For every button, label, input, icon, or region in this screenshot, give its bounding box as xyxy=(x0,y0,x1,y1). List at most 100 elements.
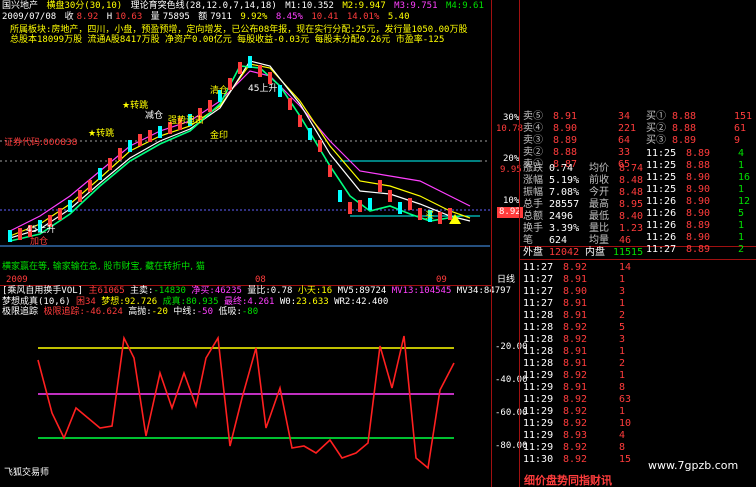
signal-label-4: 45上升 xyxy=(248,83,277,94)
tick-row: 11:26 8.89 1 xyxy=(646,220,754,232)
header-row-2: 2009/07/08 收 8.92 H 10.63 量 75895 额 7911 9.9… xyxy=(2,12,413,23)
ind2-name[interactable]: 梦想成真(10,6) xyxy=(2,297,71,307)
divider-vertical xyxy=(491,0,492,487)
tick-row: 11:30 8.92 15 xyxy=(523,454,643,466)
sell-level[interactable]: 卖③ 8.89 64 xyxy=(523,135,643,147)
scale-10pct: 10% xyxy=(503,196,520,206)
candle xyxy=(248,56,252,68)
ind2-k1: 困 xyxy=(75,297,85,307)
sell-level[interactable]: 卖② 8.88 33 xyxy=(523,147,643,159)
stat-value-2: 8.95 xyxy=(619,199,644,210)
tick-price: 8.92 xyxy=(563,454,588,465)
candle xyxy=(58,208,62,220)
tick-price: 8.89 xyxy=(686,148,711,159)
tick-price: 8.91 xyxy=(563,346,588,357)
ind3-v1: -46.624 xyxy=(84,307,123,317)
disk-in-value: 11515 xyxy=(613,247,644,258)
buy-vol: 9 xyxy=(734,135,741,146)
stock-name[interactable]: 国兴地产 xyxy=(2,1,38,12)
ind1-v2: -14830 xyxy=(153,286,186,296)
brand-label[interactable]: 细价盘势同指财讯 xyxy=(524,472,612,487)
tick-row: 11:27 8.91 1 xyxy=(523,274,643,286)
candle xyxy=(338,190,342,202)
scale-20pct: 20% xyxy=(503,154,520,164)
disk-in-label: 内盘 xyxy=(585,247,605,258)
signal-label-6: 证券代码:000838 xyxy=(4,136,78,148)
candles-group xyxy=(8,56,452,242)
ind1-v6: MV5:89724 xyxy=(337,286,387,296)
period-label[interactable]: 横盘30分(30,10) xyxy=(46,1,122,12)
ind2-v6: WR2:42.400 xyxy=(334,297,389,307)
tick-time: 11:27 xyxy=(523,298,554,309)
buy-level[interactable]: 买② 8.88 61 xyxy=(646,123,754,135)
candle xyxy=(348,202,352,214)
tick-vol: 5 xyxy=(738,208,745,219)
ind1-v7: MV13:104545 xyxy=(391,286,452,296)
tick-time: 11:30 xyxy=(523,454,554,465)
header-row-1: 国兴地产 横盘30分(30,10) 理论育突色线(28,12.0,7,14,18… xyxy=(2,1,487,12)
candle xyxy=(208,100,212,112)
stat-value: 5.19% xyxy=(549,175,580,186)
buy-level[interactable]: 买① 8.88 151 xyxy=(646,111,754,123)
tick-row: 11:25 8.90 1 xyxy=(646,184,754,196)
sell-label: 卖② xyxy=(523,147,543,158)
candle xyxy=(128,140,132,152)
tick-vol: 1 xyxy=(738,160,745,171)
candle xyxy=(438,212,442,224)
tick-time: 11:27 xyxy=(523,274,554,285)
tick-price: 8.90 xyxy=(686,196,711,207)
amount-value: 75895 xyxy=(162,12,190,22)
ind3-name[interactable]: 极限追踪 xyxy=(2,307,38,317)
stat-row: 总手 28557 最高 8.95 xyxy=(523,199,643,211)
candle xyxy=(308,128,312,140)
sell-level[interactable]: 卖⑤ 8.91 34 xyxy=(523,111,643,123)
sell-price: 8.89 xyxy=(553,135,578,146)
ind3-v4: -80 xyxy=(241,307,259,317)
tick-price: 8.92 xyxy=(563,406,588,417)
tick-row: 11:29 8.92 1 xyxy=(523,406,643,418)
ind2-k5: W0: xyxy=(279,297,297,307)
tick-price: 8.91 xyxy=(563,382,588,393)
amount-key: 量 xyxy=(150,12,160,22)
candle xyxy=(138,134,142,146)
range-pct: 8.45% xyxy=(275,12,303,22)
tick-time: 11:29 xyxy=(523,394,554,405)
tick-row: 11:29 8.93 4 xyxy=(523,430,643,442)
tick-time: 11:27 xyxy=(523,286,554,297)
tick-vol: 14 xyxy=(619,262,632,273)
tick-row: 11:27 8.91 1 xyxy=(523,298,643,310)
oscillator-chart[interactable] xyxy=(0,318,490,473)
ind2-k4: 最终: xyxy=(223,297,248,307)
disk-out-value: 12042 xyxy=(549,247,580,258)
signal-label-10: ★转跳 xyxy=(122,99,148,111)
candlestick-chart[interactable]: 强势追击 清仓 金印 45上升 加仓 证券代码:000838 买 减仓 45上升… xyxy=(0,46,490,274)
candle xyxy=(288,98,292,110)
candle xyxy=(418,208,422,220)
tick-row: 11:26 8.90 5 xyxy=(646,208,754,220)
candle xyxy=(18,228,22,240)
tick-row: 11:28 8.91 2 xyxy=(523,310,643,322)
tick-vol: 12 xyxy=(738,196,751,207)
tick-row: 11:26 8.90 1 xyxy=(646,232,754,244)
candle xyxy=(368,198,372,210)
candle xyxy=(88,180,92,192)
tick-vol: 1 xyxy=(738,184,745,195)
tick-vol: 4 xyxy=(738,148,745,159)
indicator-bar-3: 极限追踪 极限追踪:-46.624 高抛:-20 中线:-50 低吸:-80 xyxy=(2,307,258,318)
ind3-k4: 低吸: xyxy=(218,307,242,317)
high-value: 10.63 xyxy=(115,12,143,22)
tick-time: 11:29 xyxy=(523,418,554,429)
indicator-label[interactable]: 理论育突色线(28,12.0,7,14,18) xyxy=(131,1,277,12)
signal-label-11: ★转跳 xyxy=(88,127,114,139)
daily-label[interactable]: 日线 xyxy=(497,275,515,286)
candle xyxy=(398,202,402,214)
ind1-name[interactable]: [乘风自用换手VOL] xyxy=(2,286,83,296)
stat-value-2: 1.23 xyxy=(619,223,644,234)
price-key: 收 xyxy=(64,12,74,22)
stat-value: 3.39% xyxy=(549,223,580,234)
sell-level[interactable]: 卖④ 8.90 221 xyxy=(523,123,643,135)
tick-row: 11:29 8.92 8 xyxy=(523,442,643,454)
candle xyxy=(298,115,302,127)
buy-level[interactable]: 买③ 8.89 9 xyxy=(646,135,754,147)
tick-row: 11:29 8.92 10 xyxy=(523,418,643,430)
